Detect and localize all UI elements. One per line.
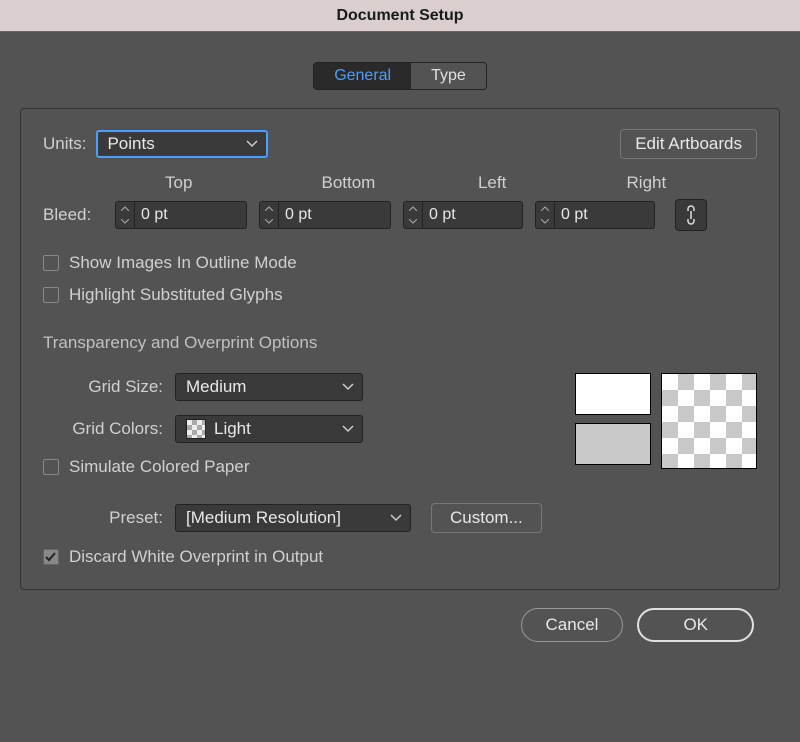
bleed-header-bottom: Bottom [295, 173, 451, 193]
bleed-bottom-input[interactable] [279, 201, 391, 229]
window-title: Document Setup [336, 7, 463, 25]
highlight-glyphs-label: Highlight Substituted Glyphs [69, 285, 283, 305]
transparency-title: Transparency and Overprint Options [43, 333, 757, 353]
arrow-down-icon[interactable] [116, 215, 134, 228]
bleed-top-input[interactable] [135, 201, 247, 229]
arrow-down-icon[interactable] [260, 215, 278, 228]
show-images-label: Show Images In Outline Mode [69, 253, 297, 273]
chevron-down-icon [342, 383, 354, 391]
show-images-row: Show Images In Outline Mode [43, 253, 757, 273]
simulate-paper-label: Simulate Colored Paper [69, 457, 249, 477]
grid-section: Grid Size: Medium Grid Colors: Light [43, 373, 757, 489]
chevron-down-icon [246, 140, 258, 148]
highlight-glyphs-checkbox[interactable] [43, 287, 59, 303]
bleed-bottom-field[interactable] [259, 201, 391, 229]
discard-white-label: Discard White Overprint in Output [69, 547, 323, 567]
show-images-checkbox[interactable] [43, 255, 59, 271]
checker-icon [186, 419, 206, 439]
grid-size-value: Medium [186, 377, 246, 397]
bleed-left-field[interactable] [403, 201, 523, 229]
highlight-glyphs-row: Highlight Substituted Glyphs [43, 285, 757, 305]
bleed-row: Bleed: [43, 199, 757, 231]
swatch-area [575, 373, 757, 469]
checker-preview [661, 373, 757, 469]
preset-value: [Medium Resolution] [186, 508, 341, 528]
chevron-down-icon [342, 425, 354, 433]
preset-select[interactable]: [Medium Resolution] [175, 504, 411, 532]
bleed-right-input[interactable] [555, 201, 655, 229]
units-value: Points [107, 134, 154, 154]
chevron-down-icon [390, 514, 402, 522]
grid-size-label: Grid Size: [43, 377, 163, 397]
tabs-inner: General Type [313, 62, 487, 90]
preset-label: Preset: [43, 508, 163, 528]
bleed-header-right: Right [601, 173, 757, 193]
bleed-headers: Top Bottom Left Right [139, 173, 757, 193]
bleed-left-input[interactable] [423, 201, 523, 229]
discard-white-checkbox[interactable] [43, 549, 59, 565]
link-icon[interactable] [675, 199, 707, 231]
dialog-content: General Type Units: Points Edit Artboard… [0, 32, 800, 660]
grid-colors-label: Grid Colors: [43, 419, 163, 439]
grid-colors-value: Light [214, 419, 251, 439]
footer: Cancel OK [20, 590, 780, 660]
grid-size-select[interactable]: Medium [175, 373, 363, 401]
grid-colors-select[interactable]: Light [175, 415, 363, 443]
cancel-button[interactable]: Cancel [521, 608, 624, 642]
arrow-down-icon[interactable] [536, 215, 554, 228]
spinner-arrows[interactable] [259, 201, 279, 229]
tab-type[interactable]: Type [411, 63, 486, 89]
panel: Units: Points Edit Artboards Top Bottom … [20, 108, 780, 590]
bleed-header-top: Top [139, 173, 295, 193]
swatch-gray[interactable] [575, 423, 651, 465]
spinner-arrows[interactable] [115, 201, 135, 229]
ok-button[interactable]: OK [637, 608, 754, 642]
arrow-up-icon[interactable] [260, 202, 278, 215]
custom-button[interactable]: Custom... [431, 503, 542, 533]
titlebar: Document Setup [0, 0, 800, 32]
arrow-up-icon[interactable] [536, 202, 554, 215]
spinner-arrows[interactable] [403, 201, 423, 229]
tab-general[interactable]: General [314, 63, 411, 89]
units-label: Units: [43, 134, 86, 154]
bleed-header-left: Left [452, 173, 601, 193]
bleed-right-field[interactable] [535, 201, 655, 229]
simulate-paper-checkbox[interactable] [43, 459, 59, 475]
bleed-label: Bleed: [43, 205, 115, 225]
edit-artboards-button[interactable]: Edit Artboards [620, 129, 757, 159]
spinner-arrows[interactable] [535, 201, 555, 229]
arrow-up-icon[interactable] [404, 202, 422, 215]
swatch-white[interactable] [575, 373, 651, 415]
tabs: General Type [20, 62, 780, 90]
bleed-top-field[interactable] [115, 201, 247, 229]
arrow-up-icon[interactable] [116, 202, 134, 215]
units-select[interactable]: Points [96, 130, 268, 158]
arrow-down-icon[interactable] [404, 215, 422, 228]
